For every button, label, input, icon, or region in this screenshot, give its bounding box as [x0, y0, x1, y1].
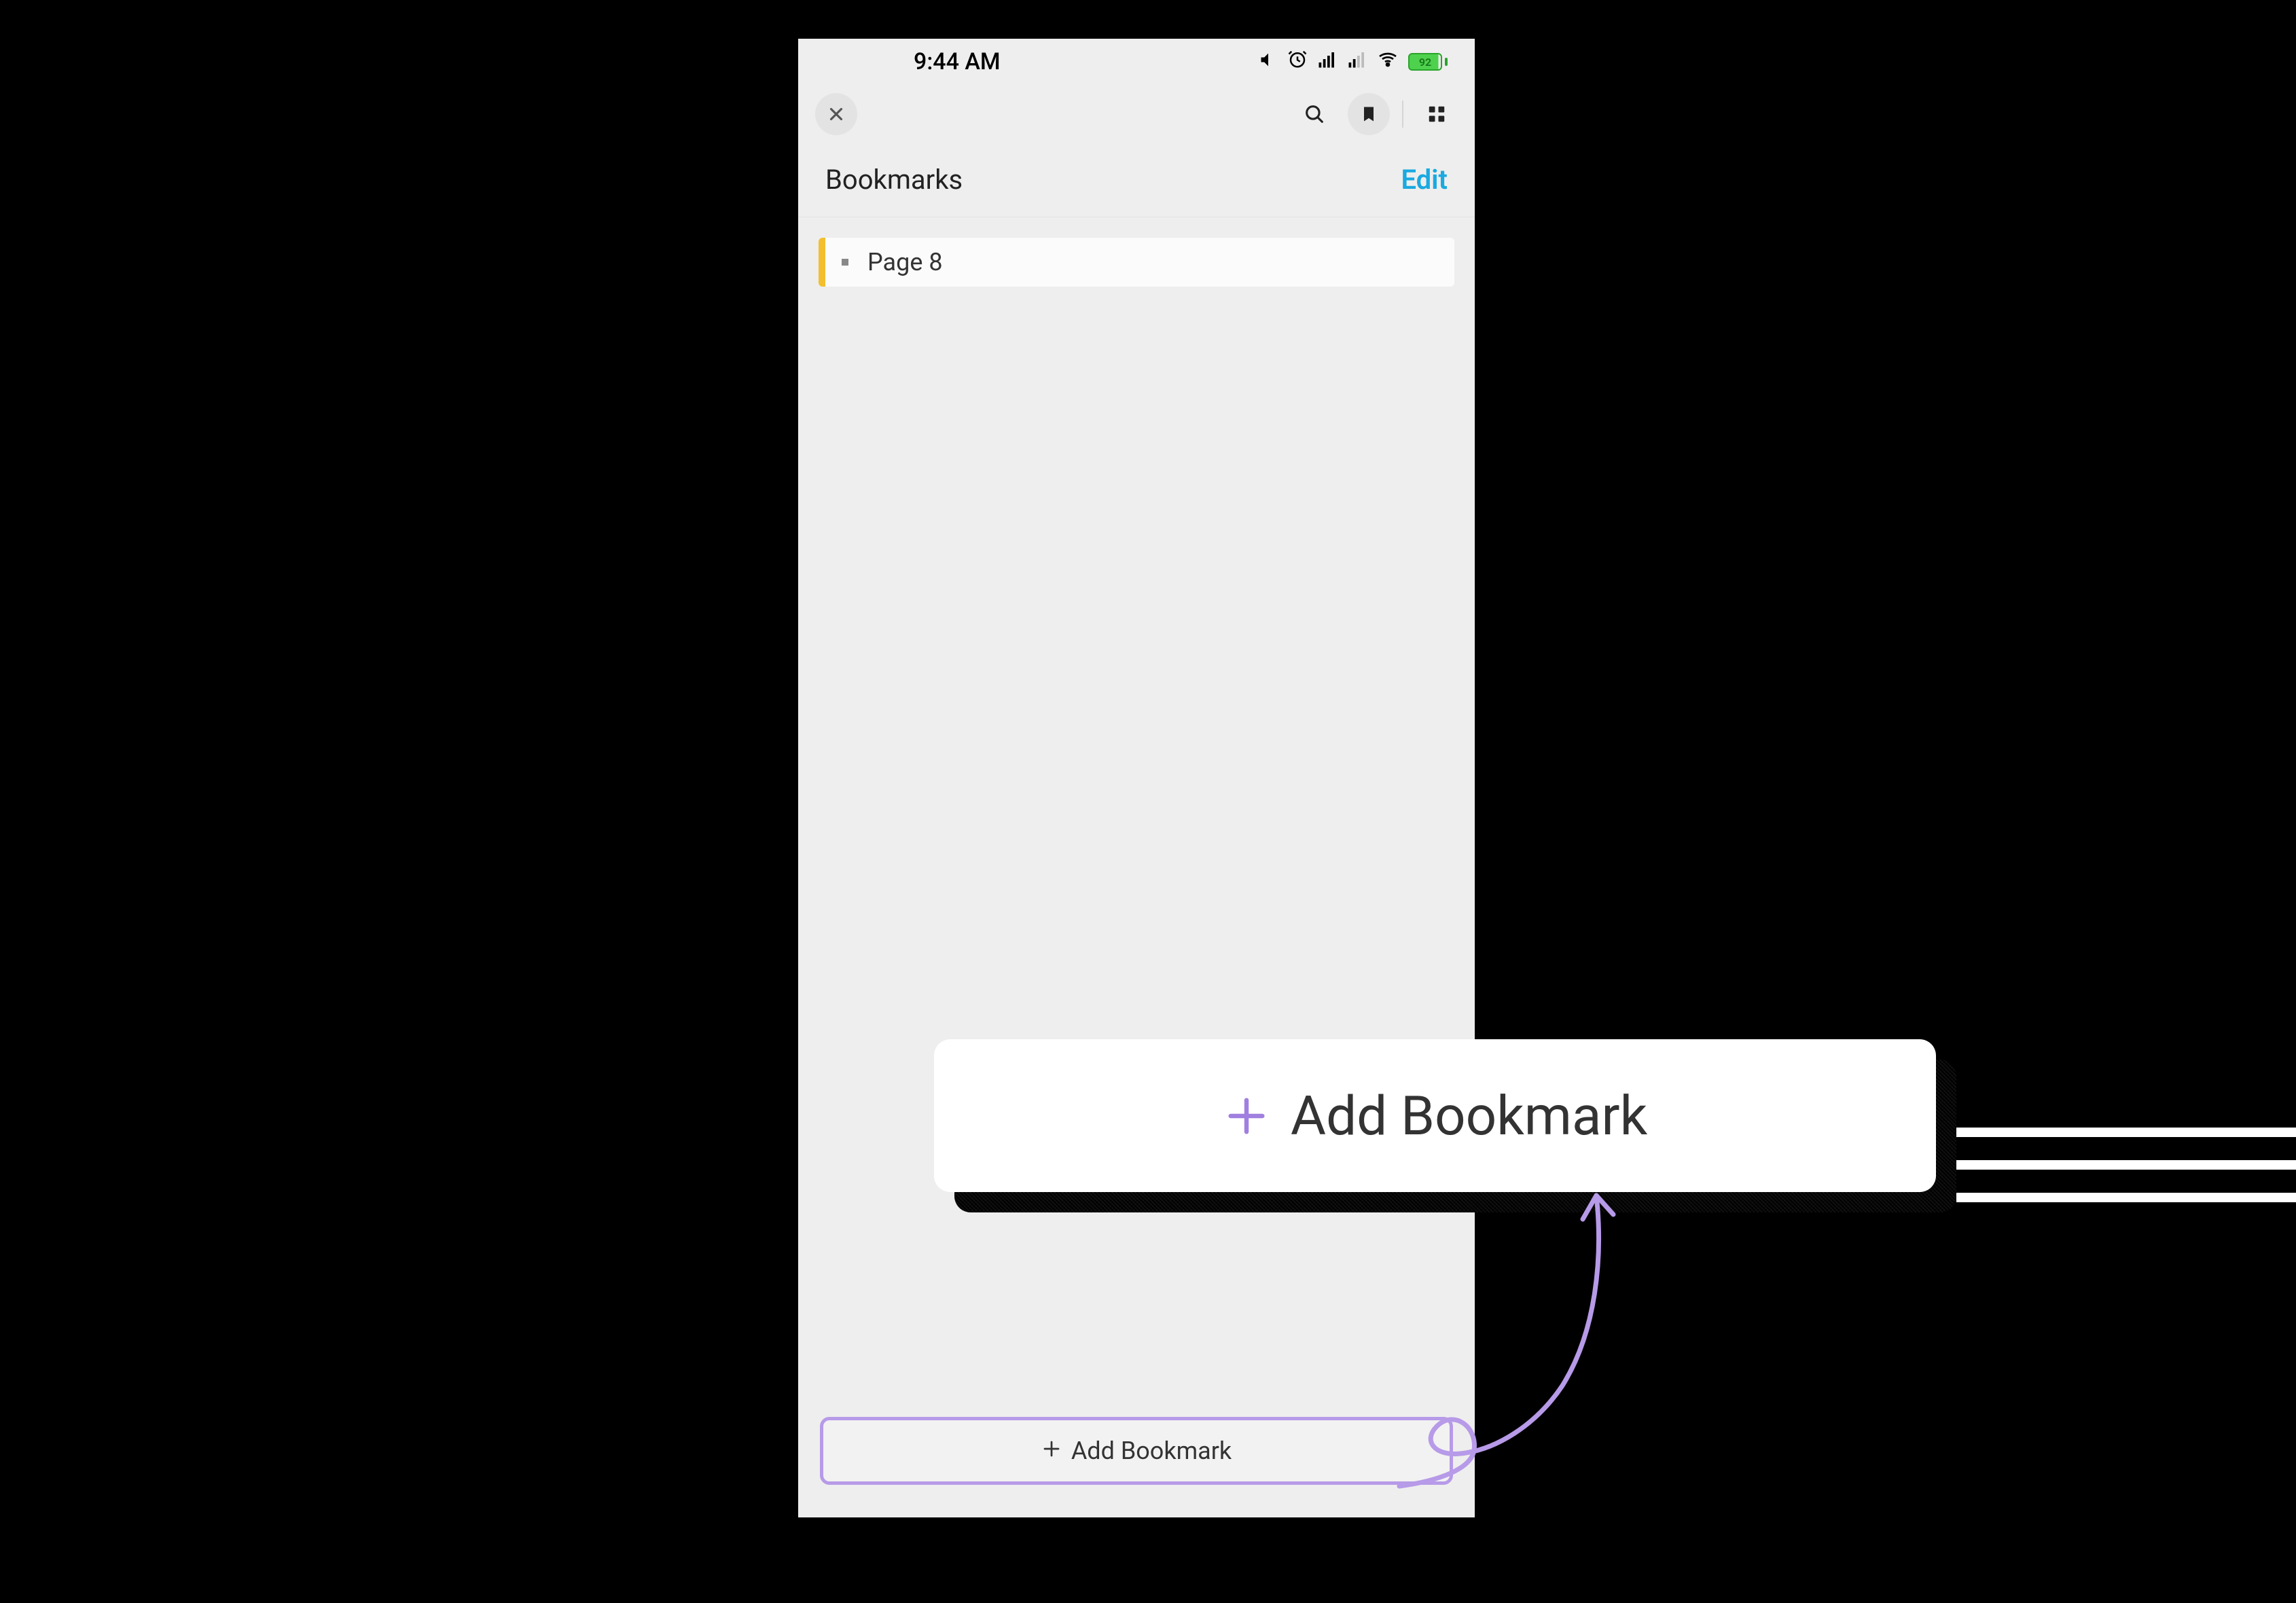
bookmark-color-stripe [819, 238, 825, 287]
section-header: Bookmarks Edit [798, 143, 1475, 217]
edit-button[interactable]: Edit [1401, 164, 1448, 196]
alarm-icon [1287, 48, 1308, 75]
battery-icon: 92 [1408, 53, 1448, 71]
toolbar-divider [1402, 101, 1403, 128]
bookmark-list: Page 8 [798, 217, 1475, 287]
grid-view-button[interactable] [1416, 93, 1458, 135]
battery-percent: 92 [1408, 53, 1442, 71]
bookmark-item-label: Page 8 [867, 248, 943, 276]
status-bar: 9:44 AM 92 [798, 39, 1475, 85]
annotation-stripes [1956, 1128, 2296, 1225]
bullet-icon [842, 259, 848, 266]
plus-icon [1223, 1092, 1270, 1140]
phone-frame: 9:44 AM 92 [798, 39, 1475, 1517]
add-bookmark-label: Add Bookmark [1071, 1437, 1232, 1465]
add-bookmark-callout: Add Bookmark [934, 1039, 1936, 1192]
toolbar [798, 85, 1475, 143]
volume-icon [1259, 48, 1278, 75]
bookmark-item[interactable]: Page 8 [819, 238, 1454, 287]
close-button[interactable] [815, 93, 857, 135]
callout-label: Add Bookmark [1291, 1084, 1647, 1148]
status-time: 9:44 AM [914, 48, 1001, 75]
plus-icon [1041, 1437, 1062, 1465]
wifi-icon [1377, 48, 1399, 76]
add-bookmark-button[interactable]: Add Bookmark [820, 1417, 1453, 1485]
bookmark-tab-button[interactable] [1348, 93, 1390, 135]
signal-icon [1317, 48, 1338, 75]
search-button[interactable] [1293, 93, 1335, 135]
page-title: Bookmarks [825, 164, 963, 196]
signal-secondary-icon [1347, 48, 1367, 75]
